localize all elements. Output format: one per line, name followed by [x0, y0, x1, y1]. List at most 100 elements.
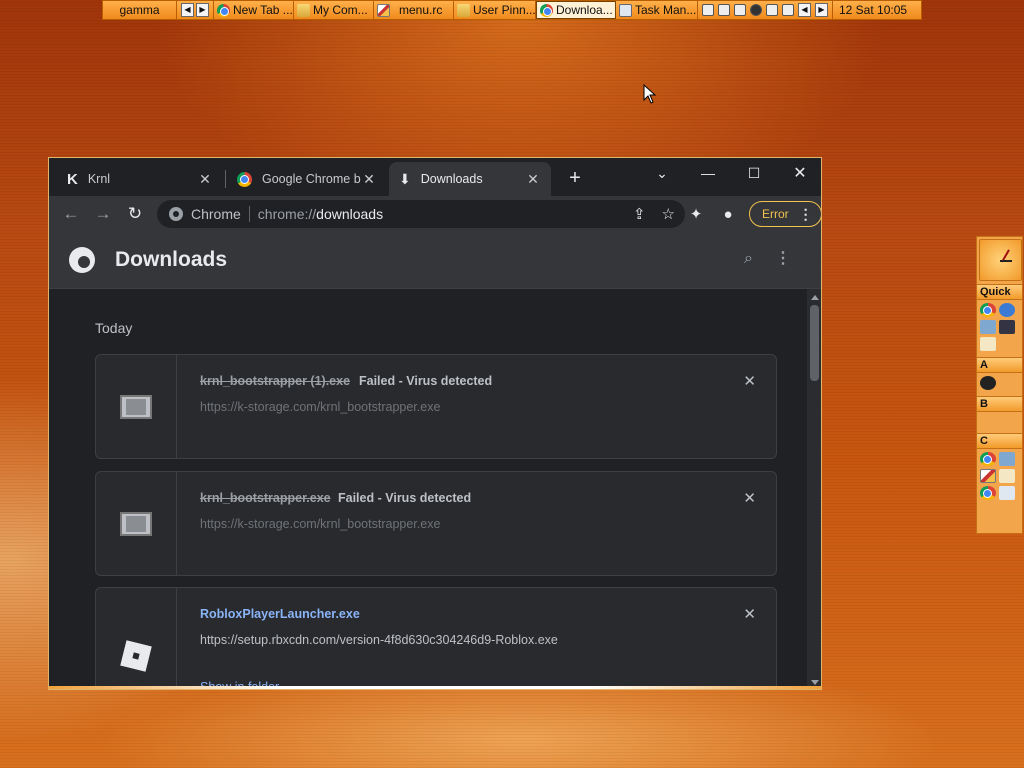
window-close-icon[interactable]: ✕ [777, 158, 821, 188]
file-url[interactable]: https://k-storage.com/krnl_bootstrapper.… [200, 400, 440, 414]
scrollbar[interactable] [807, 289, 821, 689]
scroll-thumb[interactable] [810, 305, 819, 381]
site-label: Chrome [191, 206, 241, 222]
next-arrow-icon[interactable]: ▶ [815, 3, 828, 17]
remove-icon[interactable]: ✕ [743, 372, 756, 390]
file-name[interactable]: krnl_bootstrapper (1).exe [200, 374, 350, 388]
menu-dots-icon[interactable]: ⋮ [799, 206, 813, 223]
task-downloads[interactable]: Downloa... [536, 1, 616, 19]
exe-file-icon [120, 395, 152, 419]
volume-icon[interactable] [734, 4, 746, 16]
prev-workspace-icon[interactable]: ◀ [181, 3, 194, 17]
forward-icon[interactable]: → [89, 200, 117, 228]
file-url[interactable]: https://k-storage.com/krnl_bootstrapper.… [200, 517, 440, 531]
close-icon[interactable]: ✕ [361, 171, 377, 188]
remove-icon[interactable]: ✕ [743, 489, 756, 507]
editor-icon[interactable] [980, 469, 996, 483]
system-tray: ◀ ▶ [698, 1, 833, 19]
task-task-manager[interactable]: Task Man... [616, 1, 698, 19]
share-icon[interactable]: ⇪ [633, 205, 646, 223]
editor-icon [377, 3, 390, 17]
close-icon[interactable]: ✕ [525, 171, 541, 188]
task-my-computer[interactable]: My Com... [294, 1, 374, 19]
workspace-label[interactable]: gamma [103, 1, 177, 19]
close-icon[interactable]: ✕ [197, 171, 213, 188]
chrome-icon [217, 3, 230, 17]
downloads-header: Downloads ⌕ ⋮ [49, 232, 821, 289]
file-url[interactable]: https://setup.rbxcdn.com/version-4f8d630… [200, 633, 558, 647]
right-dock: Quick A B C [976, 236, 1023, 534]
tray-app-icon[interactable] [766, 4, 778, 16]
next-workspace-icon[interactable]: ▶ [196, 3, 209, 17]
error-button[interactable]: Error ⋮ [749, 201, 821, 227]
task-label: My Com... [313, 3, 368, 17]
error-label: Error [762, 207, 789, 221]
minimize-icon[interactable]: — [685, 158, 731, 188]
tab-downloads[interactable]: ⬇ Downloads ✕ [389, 162, 551, 196]
address-bar[interactable]: Chrome chrome:// downloads ⇪ ☆ [157, 200, 685, 228]
folder-icon[interactable] [980, 337, 996, 351]
date-heading: Today [95, 320, 133, 336]
downloads-list: Today krnl_bootstrapper (1).exe Failed -… [49, 289, 807, 689]
desktop-icon[interactable] [999, 452, 1015, 466]
exe-file-icon [120, 512, 152, 536]
tab-title: Krnl [87, 172, 111, 186]
download-item: RobloxPlayerLauncher.exe https://setup.r… [95, 587, 777, 689]
tab-title: Downloads [420, 172, 483, 186]
analog-clock-icon[interactable] [979, 239, 1022, 281]
folder-icon [297, 3, 310, 17]
back-icon[interactable]: ← [57, 200, 85, 228]
chrome-icon [540, 3, 553, 17]
steam-icon[interactable] [750, 4, 762, 16]
chrome-window: K Krnl ✕ Google Chrome bl ✕ ⬇ Downloads … [48, 157, 822, 690]
task-menu-rc[interactable]: menu.rc [374, 1, 454, 19]
folder-icon [457, 3, 470, 17]
wifi-off-icon[interactable] [782, 4, 794, 16]
chrome-icon[interactable] [980, 452, 996, 466]
maximize-icon[interactable]: ☐ [731, 158, 777, 188]
download-status: Failed - Virus detected [359, 374, 493, 388]
more-options-icon[interactable]: ⋮ [775, 248, 791, 268]
file-icon-cell [96, 588, 177, 689]
new-tab-button[interactable]: + [565, 166, 585, 190]
reload-icon[interactable]: ↻ [121, 200, 149, 228]
task-manager-icon [619, 3, 632, 17]
network-icon[interactable] [718, 4, 730, 16]
omnibox-divider [248, 206, 250, 222]
tab-krnl[interactable]: K Krnl ✕ [57, 162, 223, 196]
task-user-pinned[interactable]: User Pinn... [454, 1, 536, 19]
chrome-icon[interactable] [980, 303, 996, 317]
bookmark-star-icon[interactable]: ☆ [662, 205, 675, 223]
task-manager-icon[interactable] [999, 486, 1015, 500]
task-label: Task Man... [635, 3, 697, 17]
tab-search-icon[interactable]: ⌄ [639, 158, 685, 188]
folder-icon[interactable] [999, 469, 1015, 483]
profile-icon[interactable]: ● [717, 203, 739, 225]
scroll-up-icon[interactable] [811, 295, 819, 300]
tab-google-chrome[interactable]: Google Chrome bl ✕ [227, 162, 387, 196]
dock-quick-icons [977, 300, 1022, 354]
prev-arrow-icon[interactable]: ◀ [798, 3, 811, 17]
tray-settings-icon[interactable] [702, 4, 714, 16]
page-title: Downloads [115, 248, 228, 271]
chrome-icon[interactable] [980, 486, 996, 500]
task-manager-icon[interactable] [999, 320, 1015, 334]
dock-section-label: B [977, 396, 1022, 412]
steam-icon[interactable] [980, 376, 996, 390]
workspace-arrows: ◀ ▶ [177, 1, 214, 19]
desktop-icon[interactable] [980, 320, 996, 334]
tab-strip: K Krnl ✕ Google Chrome bl ✕ ⬇ Downloads … [49, 158, 821, 196]
file-name[interactable]: krnl_bootstrapper.exe [200, 491, 331, 505]
file-icon-cell [96, 472, 177, 575]
top-taskbar: gamma ◀ ▶ New Tab ... My Com... menu.rc … [102, 0, 922, 20]
scroll-down-icon[interactable] [811, 680, 819, 685]
extensions-icon[interactable]: ✦ [685, 203, 707, 225]
search-icon[interactable]: ⌕ [744, 250, 753, 268]
remove-icon[interactable]: ✕ [743, 605, 756, 623]
tab-divider [225, 170, 226, 188]
edge-icon[interactable] [999, 303, 1015, 317]
task-new-tab[interactable]: New Tab ... [214, 1, 294, 19]
file-name[interactable]: RobloxPlayerLauncher.exe [200, 607, 360, 621]
url-scheme: chrome:// [257, 206, 317, 222]
clock[interactable]: 12 Sat 10:05 [833, 3, 913, 17]
